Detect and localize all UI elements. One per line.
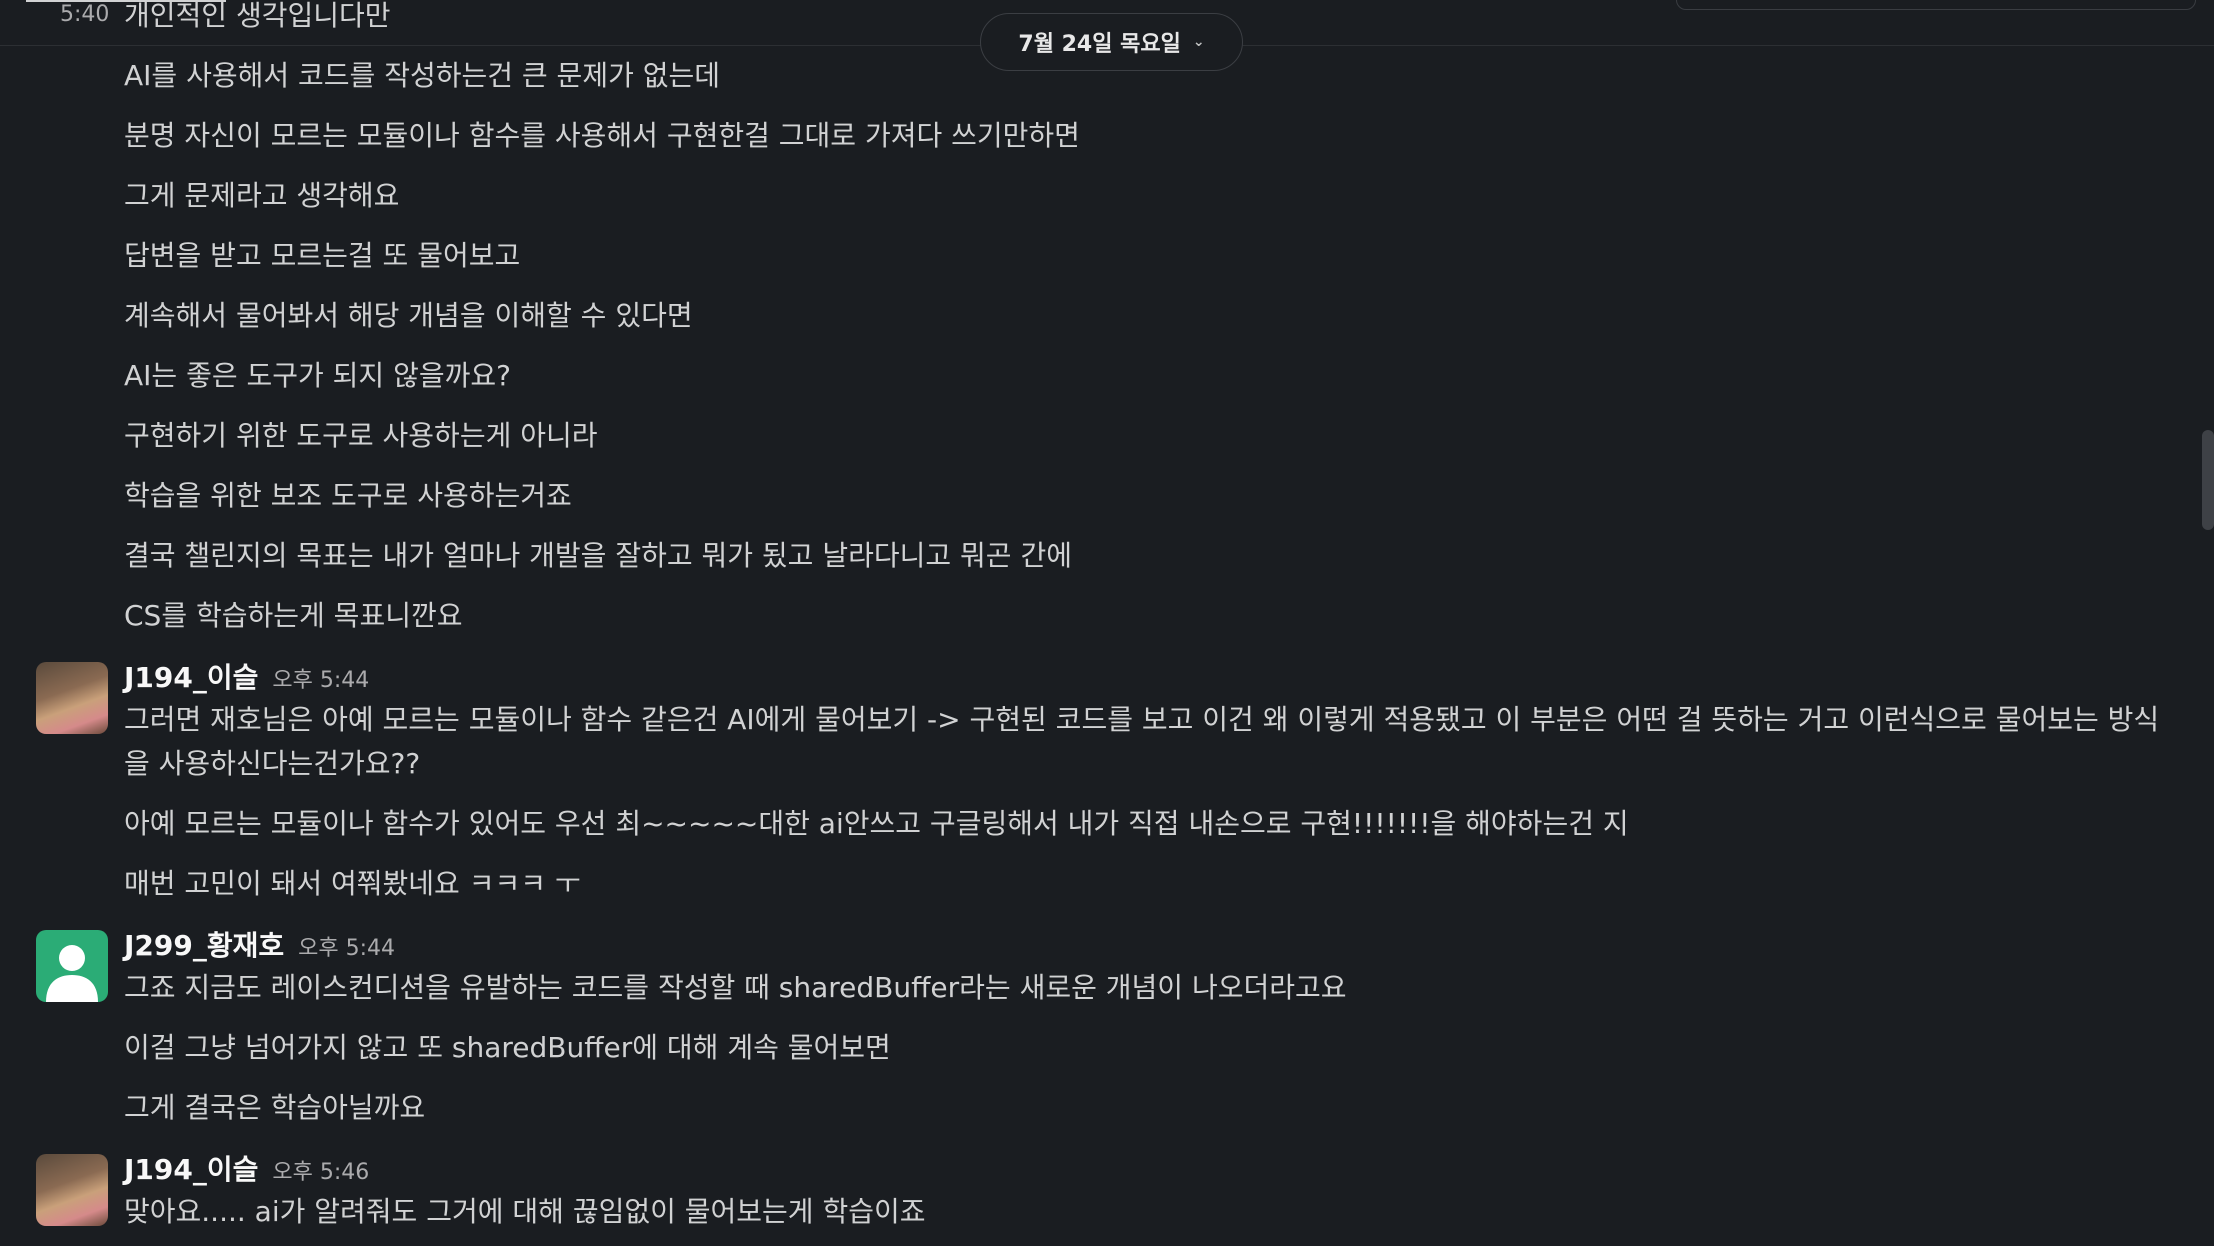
message-timestamp[interactable]: 오후 5:44 xyxy=(272,668,369,693)
message-sender-row: J299_황재호 오후 5:44 xyxy=(124,926,395,969)
avatar[interactable] xyxy=(36,1154,108,1226)
message-line: 그죠 지금도 레이스컨디션을 유발하는 코드를 작성할 때 sharedBuff… xyxy=(124,971,1347,1004)
message-sender-row: J194_이슬 오후 5:44 xyxy=(124,658,369,701)
message-line: AI는 좋은 도구가 되지 않을까요? xyxy=(124,359,511,392)
message-line: 분명 자신이 모르는 모듈이나 함수를 사용해서 구현한걸 그대로 가져다 쓰기… xyxy=(124,119,1080,152)
message-line: 결국 챌린지의 목표는 내가 얼마나 개발을 잘하고 뭐가 됬고 날라다니고 뭐… xyxy=(124,539,1072,572)
message-line: 구현하기 위한 도구로 사용하는게 아니라 xyxy=(124,419,598,452)
avatar[interactable] xyxy=(36,662,108,734)
user-icon xyxy=(46,945,98,1002)
message-line: CS를 학습하는게 목표니깐요 xyxy=(124,599,463,632)
message-line: 계속해서 물어봐서 해당 개념을 이해할 수 있다면 xyxy=(124,299,693,332)
message-line: AI를 사용해서 코드를 작성하는건 큰 문제가 없는데 xyxy=(124,59,721,92)
message-line: 아예 모르는 모듈이나 함수가 있어도 우선 최~~~~~대한 ai안쓰고 구글… xyxy=(124,807,1629,840)
message-line: 그게 문제라고 생각해요 xyxy=(124,179,400,212)
sender-name[interactable]: J299_황재호 xyxy=(124,929,284,962)
sender-name[interactable]: J194_이슬 xyxy=(124,661,258,694)
message-line: 맞아요..... ai가 알려줘도 그거에 대해 끊임없이 물어보는게 학습이죠 xyxy=(124,1195,926,1228)
message-line: 매번 고민이 돼서 여쭤봤네요 ㅋㅋㅋ ㅜ xyxy=(124,867,581,900)
message-line: 개인적인 생각입니다만 xyxy=(124,0,391,32)
scrollbar-thumb[interactable] xyxy=(2202,430,2214,530)
date-divider-button[interactable]: 7월 24일 목요일 ⌄ xyxy=(980,13,1243,71)
message-line: 그러면 재호님은 아예 모르는 모듈이나 함수 같은건 AI에게 물어보기 ->… xyxy=(124,703,2160,780)
date-divider-label: 7월 24일 목요일 xyxy=(1018,32,1181,57)
message-timestamp[interactable]: 오후 5:46 xyxy=(272,1160,369,1185)
message-line: 답변을 받고 모르는걸 또 물어보고 xyxy=(124,239,521,272)
message-sender-row: J194_이슬 오후 5:46 xyxy=(124,1150,369,1193)
message-line: 그게 결국은 학습아닐까요 xyxy=(124,1091,426,1124)
message-timestamp[interactable]: 오후 5:44 xyxy=(298,936,395,961)
chevron-down-icon: ⌄ xyxy=(1192,34,1205,50)
sender-name[interactable]: J194_이슬 xyxy=(124,1153,258,1186)
message-line: 학습을 위한 보조 도구로 사용하는거죠 xyxy=(124,479,572,512)
search-box-edge[interactable] xyxy=(1676,0,2196,10)
message-line: 이걸 그냥 넘어가지 않고 또 sharedBuffer에 대해 계속 물어보면 xyxy=(124,1031,891,1064)
avatar[interactable] xyxy=(36,930,108,1002)
message-hover-time[interactable]: 5:40 xyxy=(60,2,109,27)
